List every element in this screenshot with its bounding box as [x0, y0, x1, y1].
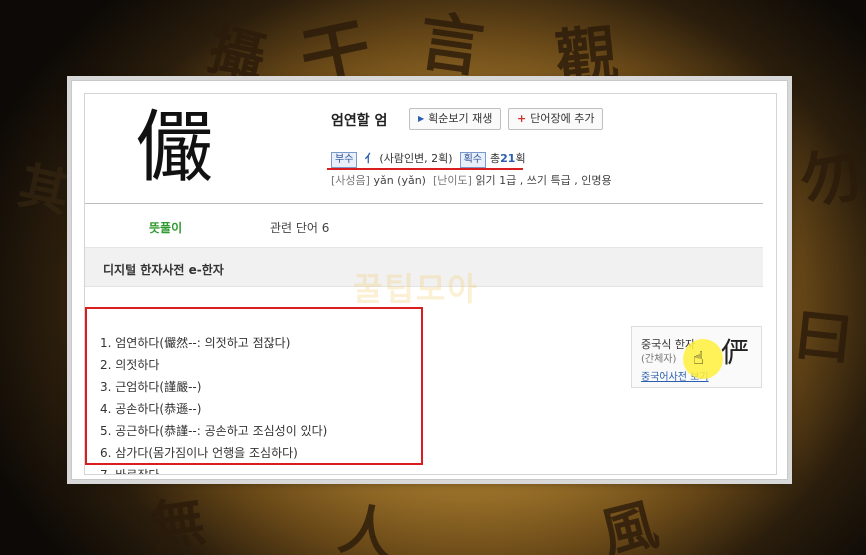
- stroke-order-button[interactable]: ▶ 획순보기 재생: [409, 108, 502, 130]
- background-calligraphy: 無: [146, 488, 209, 555]
- highlight-box: [85, 307, 423, 465]
- source-title: 디지털 한자사전 e-한자: [103, 263, 224, 277]
- hand-cursor-icon: ☝: [693, 348, 704, 369]
- radical-info: 부수 亻 (사람인변, 2획) 획수 총21획: [331, 150, 526, 168]
- stroke-order-label: 획순보기 재생: [428, 112, 493, 125]
- radical-glyph[interactable]: 亻: [365, 152, 376, 165]
- strokes-tag: 획수: [459, 152, 486, 168]
- chinese-simplified-subtitle: (간체자): [641, 354, 677, 365]
- strokes-count: 21: [500, 152, 516, 165]
- highlight-underline: [327, 168, 523, 170]
- add-to-wordbook-button[interactable]: + 단어장에 추가: [508, 108, 604, 130]
- background-calligraphy: 人: [333, 495, 401, 555]
- reading-info: [사성음] yǎn (yǎn) [난이도] 읽기 1급 , 쓰기 특급 , 인명…: [331, 172, 612, 188]
- strokes-prefix: 총: [490, 152, 501, 165]
- definition-item: 7. 바로잡다: [100, 468, 160, 475]
- reading-value: yǎn (yǎn): [373, 174, 426, 187]
- radical-description: (사람인변, 2획): [379, 152, 453, 165]
- background-calligraphy: 其: [13, 155, 75, 224]
- dictionary-entry: 儼 엄연할 엄 ▶ 획순보기 재생 + 단어장에 추가 부수 亻 (사람인변, 2획…: [84, 93, 777, 475]
- reading-label: [사성음]: [331, 174, 370, 187]
- background-calligraphy: 曰: [791, 300, 856, 374]
- plus-icon: +: [517, 112, 527, 125]
- section-divider: [85, 203, 763, 204]
- add-to-wordbook-label: 단어장에 추가: [530, 112, 595, 125]
- hanja-meaning: 엄연할 엄: [331, 113, 388, 129]
- play-icon: ▶: [418, 114, 425, 123]
- radical-tag: 부수: [331, 152, 358, 168]
- simplified-character: 俨: [721, 336, 750, 369]
- difficulty-label: [난이도]: [432, 174, 472, 187]
- watermark: 꿀팁모아: [353, 270, 479, 308]
- background-calligraphy: 風: [593, 491, 665, 555]
- tab-definitions[interactable]: 뜻풀이: [149, 219, 182, 236]
- tab-related-words[interactable]: 관련 단어 6: [270, 219, 329, 236]
- hanja-character: 儼: [134, 103, 213, 193]
- background-calligraphy: 勿: [795, 139, 866, 219]
- difficulty-value: 읽기 1급 , 쓰기 특급 , 인명용: [475, 174, 612, 187]
- strokes-suffix: 획: [515, 152, 526, 165]
- dictionary-panel: 儼 엄연할 엄 ▶ 획순보기 재생 + 단어장에 추가 부수 亻 (사람인변, 2획…: [71, 80, 788, 480]
- background-calligraphy: 言: [414, 3, 489, 88]
